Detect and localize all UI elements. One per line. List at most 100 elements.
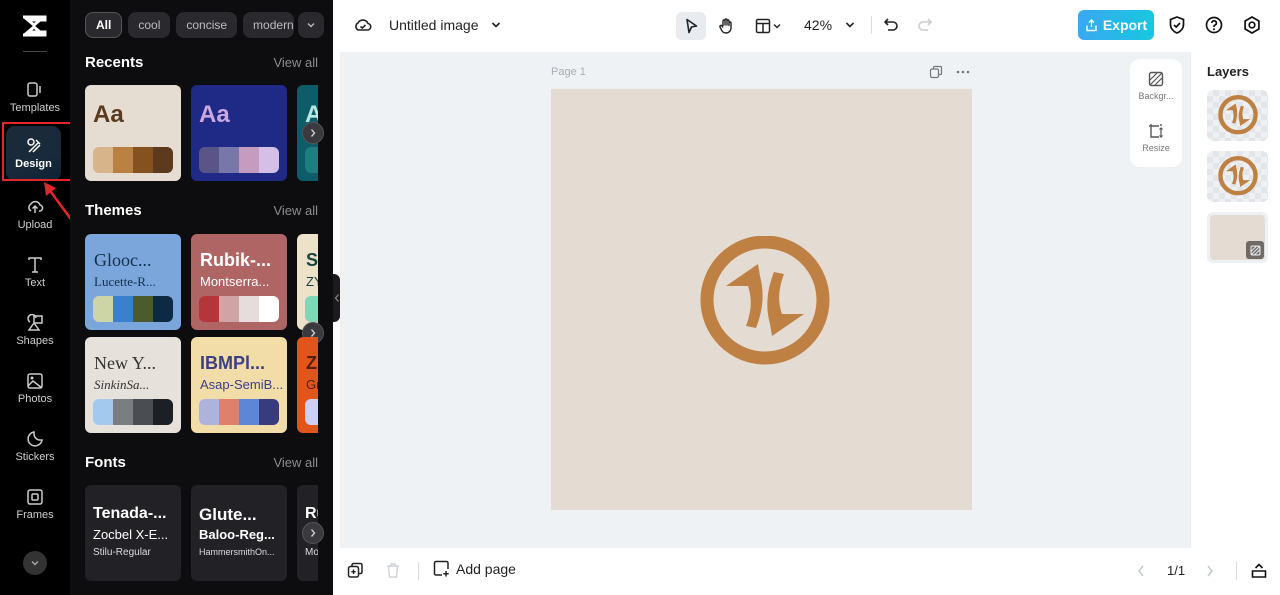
refresh-circle-graphic[interactable] — [698, 236, 832, 366]
background-tool-button[interactable]: Backgr... — [1130, 71, 1182, 101]
theme-card[interactable]: Z Gro — [297, 337, 318, 433]
frames-icon — [27, 488, 43, 505]
rail-label: Photos — [17, 392, 53, 405]
export-icon — [1086, 18, 1097, 31]
chip-all[interactable]: All — [85, 12, 123, 38]
prev-page-icon[interactable] — [1136, 564, 1146, 578]
palette-swatches — [199, 296, 279, 322]
layout-icon — [755, 18, 771, 34]
rail-item-text[interactable]: Text — [3, 245, 67, 299]
tool-label: Backgr... — [1138, 91, 1174, 101]
recent-palette-card[interactable]: Aa — [191, 85, 287, 181]
theme-body-font: Lucette-R... — [94, 274, 156, 289]
duplicate-icon[interactable] — [347, 562, 364, 579]
collapse-pages-icon[interactable] — [1250, 562, 1268, 580]
theme-card[interactable]: Glooc... Lucette-R... — [85, 234, 181, 330]
page-label[interactable]: Page 1 — [551, 66, 586, 78]
layer-item-icon-1[interactable] — [1207, 90, 1268, 141]
add-page-label: Add page — [456, 560, 516, 577]
resize-tool-button[interactable]: Resize — [1130, 123, 1182, 153]
select-tool-button[interactable] — [676, 12, 706, 40]
recents-view-all[interactable]: View all — [273, 55, 318, 70]
theme-body-font: SinkinSa... — [94, 377, 150, 392]
recent-palette-card[interactable]: Aa — [85, 85, 181, 181]
layout-menu-button[interactable] — [751, 12, 787, 40]
zoom-level[interactable]: 42% — [804, 17, 832, 33]
title-menu-chevron-icon[interactable] — [490, 19, 502, 31]
theme-card[interactable]: Sp ZY — [297, 234, 318, 330]
zoom-chevron-down-icon[interactable] — [844, 19, 856, 31]
font-combo-card[interactable]: Glute... Baloo-Reg... HammersmithOn... — [191, 485, 287, 581]
text-icon — [28, 256, 42, 273]
fonts-next-button[interactable] — [302, 522, 324, 544]
rail-divider — [23, 51, 47, 52]
more-options-icon[interactable] — [955, 65, 971, 79]
page-tools-panel: Backgr... Resize — [1130, 59, 1182, 167]
rail-label: Text — [24, 276, 46, 289]
capcut-logo[interactable] — [20, 14, 48, 38]
chips-expand-button[interactable] — [298, 12, 324, 38]
card-sample-text: Aa — [199, 101, 230, 128]
chip-concise[interactable]: concise — [176, 12, 238, 38]
rail-item-upload[interactable]: Upload — [3, 187, 67, 241]
chip-cool[interactable]: cool — [128, 12, 171, 38]
rail-item-shapes[interactable]: Shapes — [3, 303, 67, 357]
document-title[interactable]: Untitled image — [389, 17, 479, 33]
add-page-icon — [433, 560, 449, 577]
bottombar-divider — [418, 562, 419, 580]
theme-card[interactable]: New Y... SinkinSa... — [85, 337, 181, 433]
recents-row: Aa Aa A — [85, 85, 318, 181]
chevron-right-icon — [310, 129, 316, 137]
rail-item-stickers[interactable]: Stickers — [3, 419, 67, 473]
filter-chips: All cool concise modern — [85, 12, 295, 38]
font-combo-card[interactable]: Tenada-... Zocbel X-E... Stilu-Regular — [85, 485, 181, 581]
fonts-view-all[interactable]: View all — [273, 455, 318, 470]
card-sample-text: Aa — [93, 101, 124, 128]
layer-item-background[interactable] — [1207, 212, 1268, 263]
layers-title: Layers — [1207, 64, 1249, 79]
chevron-right-icon — [310, 529, 316, 537]
hand-icon — [719, 18, 732, 34]
shield-check-icon[interactable] — [1167, 15, 1187, 35]
palette-swatches — [305, 399, 318, 425]
canvas-page[interactable] — [551, 89, 972, 510]
palette-swatches — [305, 296, 318, 322]
theme-card[interactable]: IBMPl... Asap-SemiB... — [191, 337, 287, 433]
settings-icon[interactable] — [1242, 15, 1262, 35]
rail-label: Shapes — [16, 334, 54, 347]
redo-icon[interactable] — [916, 16, 934, 34]
theme-card[interactable]: Rubik-... Montserra... — [191, 234, 287, 330]
refresh-circle-thumbnail — [1218, 94, 1258, 135]
next-page-icon[interactable] — [1205, 564, 1215, 578]
chevron-down-icon — [31, 561, 39, 566]
rail-item-photos[interactable]: Photos — [3, 361, 67, 415]
themes-row-2: New Y... SinkinSa... IBMPl... Asap-SemiB..… — [85, 337, 318, 433]
rail-item-frames[interactable]: Frames — [3, 477, 67, 531]
rail-label: Stickers — [15, 450, 55, 463]
rail-item-templates[interactable]: Templates — [3, 70, 67, 124]
chevron-down-icon — [307, 23, 315, 28]
export-button[interactable]: Export — [1078, 10, 1154, 40]
resize-icon — [1149, 124, 1163, 138]
themes-view-all[interactable]: View all — [273, 203, 318, 218]
palette-swatches — [93, 399, 173, 425]
add-page-button[interactable]: Add page — [433, 560, 516, 577]
chip-modern[interactable]: modern — [243, 12, 295, 38]
delete-icon[interactable] — [385, 562, 401, 579]
hand-tool-button[interactable] — [714, 12, 738, 40]
duplicate-page-icon[interactable] — [929, 65, 943, 79]
panel-collapse-handle[interactable] — [333, 274, 340, 322]
layers-panel: Layers — [1190, 52, 1280, 548]
tool-label: Resize — [1142, 143, 1170, 153]
rail-more-button[interactable] — [23, 551, 47, 575]
cloud-saved-icon[interactable] — [353, 15, 373, 35]
palette-swatches — [93, 147, 173, 173]
theme-body-font: ZY — [306, 274, 318, 289]
recents-next-button[interactable] — [302, 122, 324, 144]
help-icon[interactable] — [1204, 15, 1224, 35]
font-body: Mor — [305, 547, 318, 558]
undo-icon[interactable] — [882, 16, 900, 34]
theme-heading-font: Sp — [306, 250, 318, 270]
layer-item-icon-2[interactable] — [1207, 151, 1268, 202]
font-body: Stilu-Regular — [93, 547, 151, 558]
